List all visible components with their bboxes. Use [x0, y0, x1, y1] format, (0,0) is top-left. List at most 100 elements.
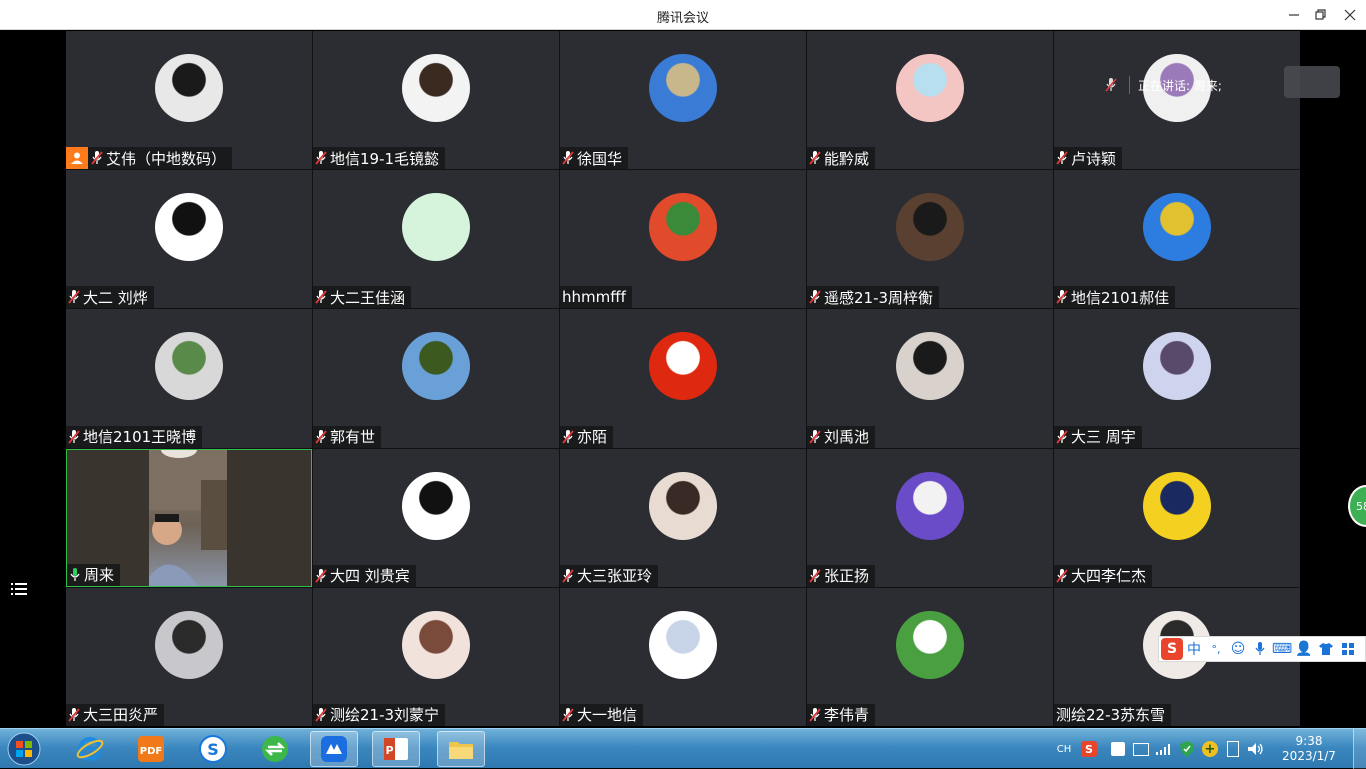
participant-nameplate: hhmmfff	[560, 286, 632, 309]
participant-tile[interactable]: 大四 刘贵宾	[313, 448, 559, 587]
ime-punct-toggle[interactable]: °,	[1205, 638, 1227, 660]
close-button[interactable]	[1336, 4, 1364, 26]
mic-muted-icon	[315, 707, 327, 722]
participant-name: 徐国华	[577, 149, 623, 168]
title-bar: 腾讯会议	[0, 0, 1366, 30]
keyboard-icon[interactable]: ⌨	[1271, 638, 1293, 660]
participant-nameplate: 大三田炎严	[66, 703, 165, 726]
participant-tile[interactable]: 徐国华	[560, 31, 806, 170]
minimize-button[interactable]	[1280, 4, 1308, 26]
grid-menu-icon[interactable]	[1337, 638, 1359, 660]
participant-tile[interactable]: 艾伟（中地数码）	[66, 31, 312, 170]
mic-muted-icon	[68, 290, 80, 304]
participant-tile[interactable]: 地信2101王晓博	[66, 309, 312, 448]
mic-muted-icon	[1056, 429, 1068, 444]
taskbar-powerpoint[interactable]: P	[372, 731, 420, 767]
participant-list-toggle[interactable]	[8, 578, 30, 600]
participant-tile[interactable]: 大三张亚玲	[560, 448, 806, 587]
participant-tile[interactable]: 周来	[66, 448, 312, 587]
start-button[interactable]	[4, 730, 44, 768]
participant-tile[interactable]: 郭有世	[313, 309, 559, 448]
participant-tile[interactable]: 大一地信	[560, 587, 806, 726]
tray-sogou-icon[interactable]: S	[1079, 739, 1099, 759]
participant-nameplate: 地信19-1毛镜懿	[313, 147, 446, 170]
show-desktop-button[interactable]	[1353, 729, 1366, 769]
tray-app-icon[interactable]	[1108, 739, 1128, 759]
mic-muted-icon	[1105, 78, 1117, 92]
taskbar-internet-explorer[interactable]	[66, 731, 114, 767]
participant-tile[interactable]: 遥感21-3周梓衡	[807, 170, 1053, 309]
mic-muted-icon	[562, 707, 574, 722]
taskbar-file-explorer[interactable]	[437, 731, 485, 767]
participant-name: 大二王佳涵	[330, 288, 406, 307]
participant-tile[interactable]: 张正扬	[807, 448, 1053, 587]
taskbar-tencent-meeting[interactable]	[310, 731, 358, 767]
window-title: 腾讯会议	[656, 11, 709, 26]
participant-tile[interactable]: 地信2101郝佳	[1054, 170, 1300, 309]
mic-muted-icon	[315, 290, 327, 304]
participant-tile[interactable]: 测绘21-3刘蒙宁	[313, 587, 559, 726]
speaker-thumbnail[interactable]	[1284, 66, 1340, 98]
tray-signal-icon[interactable]	[1154, 739, 1174, 759]
participant-nameplate: 张正扬	[807, 564, 876, 587]
participant-nameplate: 大二 刘烨	[66, 286, 154, 309]
participant-tile[interactable]: 大三田炎严	[66, 587, 312, 726]
participant-tile[interactable]: 大三 周宇	[1054, 309, 1300, 448]
participant-name: 周来	[84, 566, 115, 585]
tray-display-icon[interactable]	[1131, 739, 1151, 759]
participant-tile[interactable]: 地信19-1毛镜懿	[313, 31, 559, 170]
participant-nameplate: 大一地信	[560, 703, 644, 726]
participant-name: 大三田炎严	[83, 706, 159, 725]
tray-security-icon[interactable]	[1177, 739, 1197, 759]
microphone-icon[interactable]	[1249, 638, 1271, 660]
speaking-label: 正在讲话: 周来;	[1138, 78, 1222, 93]
participant-avatar	[155, 332, 223, 401]
internet-explorer-icon	[76, 737, 104, 761]
participant-tile[interactable]: 能黔威	[807, 31, 1053, 170]
participant-name: 地信2101王晓博	[83, 428, 197, 447]
participant-nameplate: 能黔威	[807, 147, 876, 170]
svg-text:P: P	[385, 744, 393, 757]
mic-muted-icon	[91, 151, 103, 165]
participant-avatar	[1143, 193, 1211, 262]
user-icon[interactable]: 👤	[1293, 638, 1315, 660]
participant-tile[interactable]: hhmmfff	[560, 170, 806, 309]
participant-tile[interactable]: 卢诗颖	[1054, 31, 1300, 170]
mic-muted-icon	[1056, 568, 1068, 583]
participant-name: 大四李仁杰	[1071, 567, 1147, 586]
taskbar-sync-tool[interactable]	[251, 731, 299, 767]
mic-muted-icon	[68, 707, 80, 722]
participant-tile[interactable]: 李伟青	[807, 587, 1053, 726]
participant-avatar	[649, 332, 717, 401]
participant-name: 大四 刘贵宾	[330, 567, 410, 586]
participant-nameplate: 刘禹池	[807, 425, 876, 448]
participant-name: 大三张亚玲	[577, 567, 653, 586]
mic-muted-icon	[562, 568, 574, 583]
participant-avatar	[896, 54, 964, 122]
speaking-indicator: 正在讲话: 周来;	[1105, 73, 1222, 97]
ime-language-toggle[interactable]: 中	[1183, 638, 1205, 660]
participant-avatar	[649, 610, 717, 679]
participant-tile[interactable]: 大二王佳涵	[313, 170, 559, 309]
skin-shirt-icon[interactable]	[1315, 638, 1337, 660]
taskbar-sogou-search[interactable]: S	[189, 731, 237, 767]
sogou-logo-icon[interactable]: S	[1161, 638, 1183, 660]
participant-tile[interactable]: 亦陌	[560, 309, 806, 448]
tray-language[interactable]: CH	[1052, 739, 1076, 759]
taskbar-clock[interactable]: 9:38 2023/1/7	[1279, 734, 1339, 764]
participant-nameplate: 周来	[67, 563, 121, 586]
participant-video	[149, 449, 227, 586]
participant-avatar	[896, 332, 964, 401]
participant-nameplate: 测绘22-3苏东雪	[1054, 703, 1172, 726]
participant-tile[interactable]: 大二 刘烨	[66, 170, 312, 309]
taskbar-pdf-reader[interactable]: PDF	[127, 731, 175, 767]
mic-muted-icon	[809, 290, 821, 304]
restore-button[interactable]	[1307, 4, 1335, 26]
emoji-icon[interactable]: ☺	[1227, 638, 1249, 660]
participant-tile[interactable]: 大四李仁杰	[1054, 448, 1300, 587]
tray-usb-icon[interactable]	[1223, 739, 1243, 759]
system-tray: CH S + 9:38 2023/1/7	[1052, 729, 1366, 769]
tray-volume-icon[interactable]	[1246, 739, 1266, 759]
tray-plus-icon[interactable]: +	[1200, 739, 1220, 759]
participant-tile[interactable]: 刘禹池	[807, 309, 1053, 448]
